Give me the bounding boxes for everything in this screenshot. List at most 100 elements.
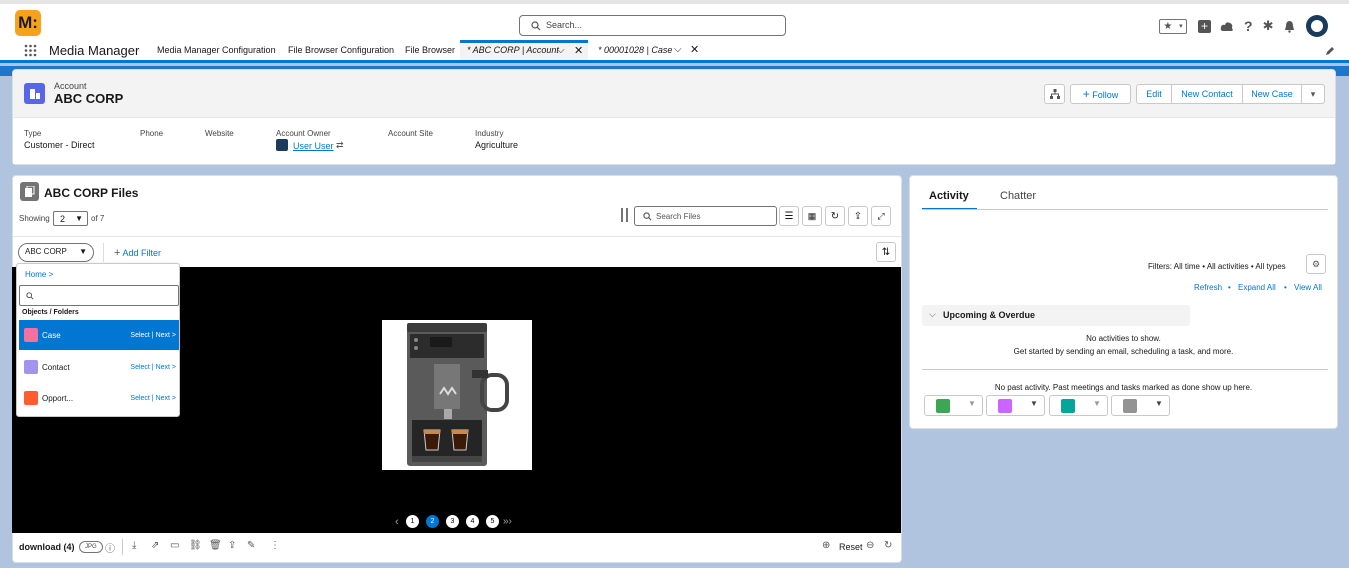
- page-dot-5[interactable]: 5: [486, 515, 499, 528]
- app-launcher-icon[interactable]: [24, 44, 37, 57]
- page-dot-2[interactable]: 2: [426, 515, 439, 528]
- next-page-icon[interactable]: »›: [503, 516, 512, 527]
- tab-chatter[interactable]: Chatter: [1000, 190, 1036, 202]
- edit-icon[interactable]: ✎: [247, 540, 255, 551]
- add-filter-button[interactable]: + Add Filter: [114, 247, 161, 259]
- item-actions[interactable]: Select | Next >: [130, 332, 176, 339]
- tab-label: * 00001028 | Case: [598, 45, 673, 55]
- avatar[interactable]: [1306, 15, 1329, 37]
- tab-case-00001028[interactable]: * 00001028 | Case ⌵ ✕: [598, 40, 708, 60]
- delete-icon[interactable]: 🗑: [209, 540, 222, 551]
- upcoming-section-header[interactable]: ⌵ Upcoming & Overdue: [922, 305, 1190, 326]
- page-dot-1[interactable]: 1: [406, 515, 419, 528]
- activity-settings-button[interactable]: ⚙: [1306, 254, 1326, 274]
- new-event-button[interactable]: ▼: [986, 395, 1045, 416]
- global-header: M: Search... ★ ▾ + ? ✱: [0, 0, 1349, 40]
- of-total-label: of 7: [91, 214, 105, 223]
- new-task-button[interactable]: ▼: [924, 395, 983, 416]
- dropdown-item-opportunity[interactable]: Opport... Select | Next >: [19, 383, 179, 413]
- calendar-icon: [998, 399, 1012, 413]
- refresh-link[interactable]: Refresh: [1194, 283, 1222, 292]
- global-search-input[interactable]: Search...: [519, 15, 786, 36]
- no-activities-text: No activities to show.: [1086, 334, 1161, 343]
- opportunity-icon: [24, 391, 38, 405]
- chevron-down-icon: ▼: [1093, 399, 1101, 408]
- grid-view-button[interactable]: ▦: [802, 206, 822, 226]
- sort-icon: ⇅: [881, 246, 891, 258]
- hierarchy-button[interactable]: [1044, 84, 1065, 104]
- item-actions[interactable]: Select | Next >: [130, 364, 176, 371]
- filter-pill[interactable]: ABC CORP ▼: [18, 243, 94, 262]
- object-label: Account: [54, 81, 87, 91]
- more-icon[interactable]: ⋮: [270, 540, 280, 551]
- nav-item-file-browser[interactable]: File Browser: [405, 45, 455, 55]
- follow-button[interactable]: + Follow: [1070, 84, 1131, 104]
- settings-icon[interactable]: ✱: [1263, 18, 1274, 34]
- rotate-icon[interactable]: ↻: [884, 540, 892, 551]
- edit-nav-icon[interactable]: [1325, 46, 1335, 56]
- zoom-out-icon[interactable]: ⊖: [866, 540, 874, 551]
- breadcrumb[interactable]: Home >: [25, 270, 53, 279]
- search-icon: [26, 292, 34, 300]
- tab-abc-corp-account[interactable]: * ABC CORP | Account ⌵ ✕: [460, 40, 588, 60]
- new-contact-button[interactable]: New Contact: [1171, 84, 1243, 104]
- app-logo[interactable]: M:: [15, 10, 41, 36]
- zoom-in-icon[interactable]: ⊕: [822, 540, 830, 551]
- add-icon[interactable]: +: [1198, 19, 1211, 33]
- view-all-link[interactable]: View All: [1294, 283, 1322, 292]
- download-icon[interactable]: ⤓: [132, 540, 136, 551]
- file-type-badge: JPG: [79, 541, 103, 553]
- sort-button[interactable]: ⇅: [876, 242, 896, 262]
- link-icon[interactable]: ⛓: [189, 540, 202, 551]
- favorites-icon[interactable]: ★ ▾: [1159, 18, 1187, 34]
- owner-label: Account Owner: [276, 129, 331, 138]
- files-title: ABC CORP Files: [44, 186, 139, 200]
- refresh-button[interactable]: ↻: [825, 206, 845, 226]
- folder-picker-dropdown: Home > Objects / Folders Case Select | N…: [16, 263, 180, 417]
- page-size-select[interactable]: 2 ▼: [53, 211, 88, 226]
- upload-icon: ⇪: [853, 210, 863, 222]
- close-icon[interactable]: ✕: [574, 44, 583, 57]
- new-case-button[interactable]: New Case: [1242, 84, 1302, 104]
- chevron-down-icon[interactable]: ⌵: [674, 44, 682, 55]
- share-icon[interactable]: ⇗: [151, 540, 159, 551]
- prev-page-icon[interactable]: ‹: [395, 516, 399, 528]
- cloud-icon[interactable]: [1220, 20, 1234, 33]
- nav-item-media-manager-configuration[interactable]: Media Manager Configuration: [157, 45, 276, 55]
- dropdown-item-case[interactable]: Case Select | Next >: [19, 320, 179, 350]
- help-icon[interactable]: ?: [1244, 18, 1253, 34]
- dropdown-item-contact[interactable]: Contact Select | Next >: [19, 352, 179, 382]
- owner-link[interactable]: User User: [293, 141, 334, 151]
- info-icon[interactable]: ⓘ: [105, 540, 115, 555]
- image-preview[interactable]: [382, 320, 532, 470]
- change-owner-icon[interactable]: ⇄: [336, 140, 344, 151]
- item-actions[interactable]: Select | Next >: [130, 395, 176, 402]
- phone-icon: [1061, 399, 1075, 413]
- more-actions-button[interactable]: ▾: [1301, 84, 1325, 104]
- upload-button[interactable]: ⇪: [848, 206, 868, 226]
- bell-icon[interactable]: [1283, 20, 1296, 33]
- expand-all-link[interactable]: Expand All: [1238, 283, 1276, 292]
- record-name: ABC CORP: [54, 91, 124, 106]
- page-dot-3[interactable]: 3: [446, 515, 459, 528]
- chevron-down-icon[interactable]: ⌵: [557, 45, 565, 56]
- comment-icon[interactable]: ▭: [170, 540, 179, 551]
- log-call-button[interactable]: ▼: [1049, 395, 1108, 416]
- tab-activity[interactable]: Activity: [929, 190, 969, 202]
- list-view-button[interactable]: ☰: [779, 206, 799, 226]
- pause-icon[interactable]: [621, 208, 628, 222]
- upload-icon[interactable]: ⇪: [228, 540, 236, 551]
- chevron-down-icon: ▼: [75, 214, 83, 223]
- search-files-input[interactable]: Search Files: [634, 206, 777, 226]
- email-button[interactable]: ▼: [1111, 395, 1170, 416]
- reset-button[interactable]: Reset: [839, 542, 863, 552]
- nav-item-file-browser-configuration[interactable]: File Browser Configuration: [288, 45, 394, 55]
- expand-button[interactable]: ⤢: [871, 206, 891, 226]
- page-dot-4[interactable]: 4: [466, 515, 479, 528]
- files-icon: [20, 182, 39, 201]
- edit-button[interactable]: Edit: [1136, 84, 1172, 104]
- close-icon[interactable]: ✕: [690, 43, 699, 56]
- folder-search-input[interactable]: [19, 285, 179, 306]
- tabs-divider: [922, 209, 1328, 210]
- get-started-text: Get started by sending an email, schedul…: [1013, 347, 1234, 356]
